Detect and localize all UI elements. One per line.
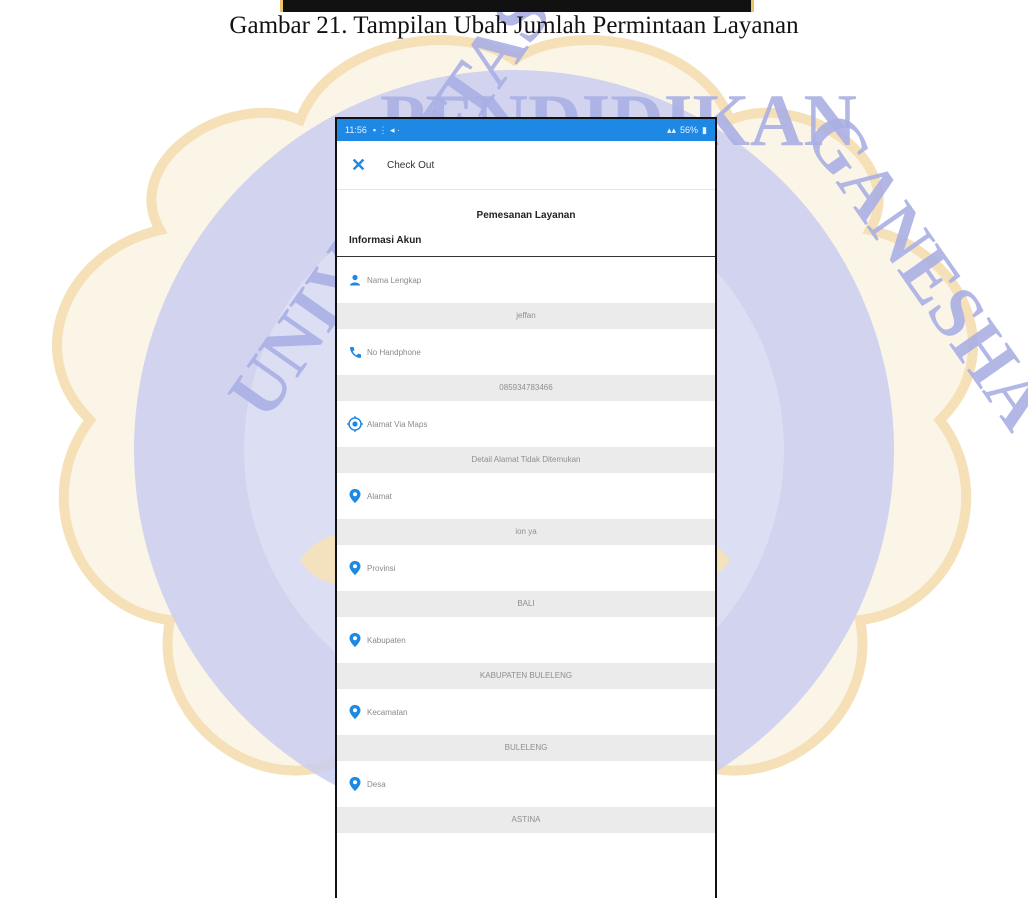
status-time: 11:56 — [345, 125, 367, 135]
section-heading: Pemesanan Layanan — [476, 210, 576, 221]
field-row[interactable]: No Handphone — [337, 329, 715, 375]
field-value: jeffan — [337, 303, 715, 329]
field-value: KABUPATEN BULELENG — [337, 663, 715, 689]
notification-icons: ▪ ⋮ ◂ · — [372, 124, 401, 135]
phone-screenshot: 11:56 ▪ ⋮ ◂ · ▴▴ 56% ▮ ✕ Check Out Pemes… — [335, 117, 717, 898]
field-label: Desa — [367, 779, 386, 789]
status-bar: 11:56 ▪ ⋮ ◂ · ▴▴ 56% ▮ — [337, 119, 715, 141]
app-bar: ✕ Check Out — [337, 141, 715, 190]
checkout-form: Nama Lengkap jeffan No Handphone 0859347834… — [337, 257, 715, 833]
field-row[interactable]: Provinsi — [337, 545, 715, 591]
field-label: Alamat Via Maps — [367, 419, 428, 429]
field-label: Kabupaten — [367, 635, 406, 645]
field-row[interactable]: Nama Lengkap — [337, 257, 715, 303]
field-row[interactable]: Alamat Via Maps — [337, 401, 715, 447]
field-value: BULELENG — [337, 735, 715, 761]
app-bar-title: Check Out — [387, 159, 435, 171]
figure-caption: Gambar 21. Tampilan Ubah Jumlah Perminta… — [229, 12, 799, 39]
signal-icon: ▴▴ — [666, 124, 677, 135]
field-row[interactable]: Alamat — [337, 473, 715, 519]
field-label: Provinsi — [367, 563, 396, 573]
close-icon[interactable]: ✕ — [351, 155, 373, 176]
field-row[interactable]: Kabupaten — [337, 617, 715, 663]
field-value: 085934783466 — [337, 375, 715, 401]
person-icon — [347, 272, 363, 288]
target-icon — [347, 416, 363, 432]
field-value: Detail Alamat Tidak Ditemukan — [337, 447, 715, 473]
phone-icon — [347, 344, 363, 360]
field-value: ASTINA — [337, 807, 715, 833]
field-label: Nama Lengkap — [367, 275, 422, 285]
field-label: No Handphone — [367, 347, 421, 357]
field-value: BALI — [337, 591, 715, 617]
location-pin-icon — [347, 704, 363, 720]
section-subheading: Informasi Akun — [337, 235, 715, 257]
battery-icon: ▮ — [702, 124, 707, 135]
field-row[interactable]: Kecamatan — [337, 689, 715, 735]
field-label: Kecamatan — [367, 707, 408, 717]
battery-level: 56% — [680, 125, 699, 135]
field-label: Alamat — [367, 491, 392, 501]
location-pin-icon — [347, 776, 363, 792]
location-pin-icon — [347, 632, 363, 648]
field-row[interactable]: Desa — [337, 761, 715, 807]
field-value: ion ya — [337, 519, 715, 545]
location-pin-icon — [347, 560, 363, 576]
top-decor-bar — [280, 0, 754, 12]
location-pin-icon — [347, 488, 363, 504]
